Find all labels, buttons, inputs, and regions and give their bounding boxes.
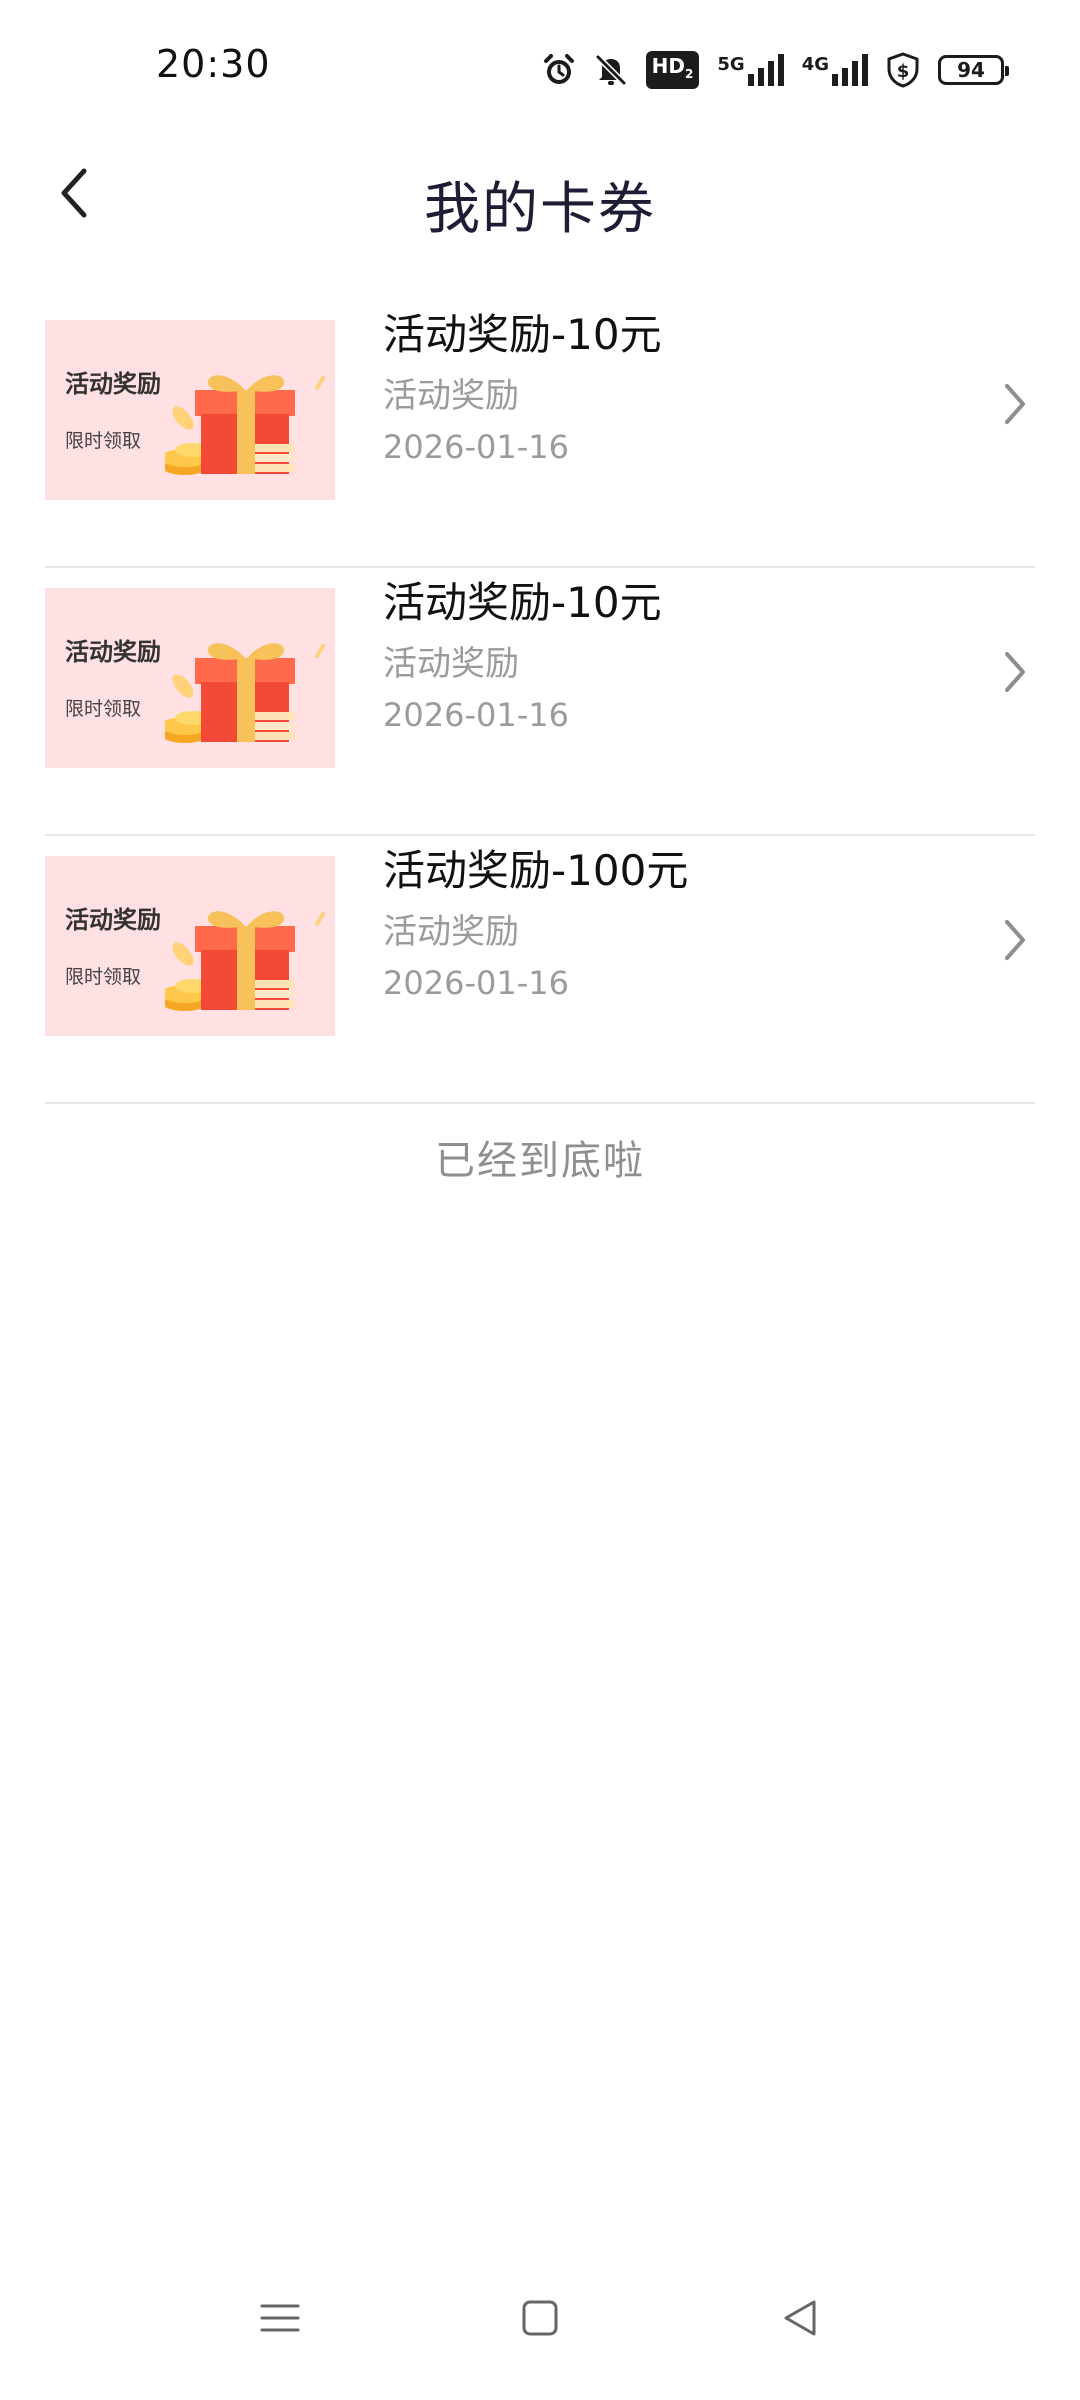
thumb-subtitle: 限时领取: [65, 430, 142, 452]
coupon-date: 2026-01-16: [383, 428, 569, 466]
coupon-type: 活动奖励: [383, 912, 519, 952]
thumb-title: 活动奖励: [65, 906, 161, 934]
header: 我的卡券: [0, 140, 1080, 250]
back-triangle-icon: [780, 2298, 820, 2342]
coupon-thumbnail: 活动奖励 限时领取: [45, 588, 335, 768]
coupon-info: 活动奖励-10元 活动奖励 2026-01-16: [383, 302, 662, 472]
signal-4g-icon: 4G: [802, 54, 868, 86]
coupon-title: 活动奖励-10元: [383, 578, 662, 627]
coupon-item[interactable]: 活动奖励 限时领取: [45, 300, 1035, 568]
home-square-icon: [520, 2298, 560, 2342]
svg-text:$: $: [897, 61, 910, 82]
status-bar: 20:30 HD2 5G 4G $ 94: [0, 0, 1080, 140]
coupon-date: 2026-01-16: [383, 964, 569, 1002]
home-button[interactable]: [500, 2280, 580, 2360]
thumb-subtitle: 限时领取: [65, 698, 142, 720]
coupon-type: 活动奖励: [383, 376, 519, 416]
chevron-right-icon: [995, 908, 1035, 972]
battery-icon: 94: [938, 55, 1009, 85]
coupon-title: 活动奖励-100元: [383, 846, 689, 895]
coupon-thumbnail: 活动奖励 限时领取: [45, 320, 335, 500]
end-of-list-text: 已经到底啦: [435, 1138, 645, 1184]
gift-box-icon: [161, 884, 335, 1028]
shield-dollar-icon: $: [886, 52, 920, 88]
signal-5g-icon: 5G: [717, 54, 784, 86]
alarm-icon: [542, 53, 576, 87]
gift-box-icon: [161, 616, 335, 760]
chevron-right-icon: [995, 640, 1035, 704]
coupon-item[interactable]: 活动奖励 限时领取: [45, 836, 1035, 1104]
back-nav-button[interactable]: [760, 2280, 840, 2360]
coupon-date: 2026-01-16: [383, 696, 569, 734]
gift-box-icon: [161, 348, 335, 492]
status-icons: HD2 5G 4G $ 94: [542, 48, 1009, 92]
coupon-title: 活动奖励-10元: [383, 310, 662, 359]
system-nav-bar: [0, 2250, 1080, 2400]
hd-icon: HD2: [645, 51, 700, 89]
thumb-subtitle: 限时领取: [65, 966, 142, 988]
mute-icon: [594, 53, 628, 87]
coupon-thumbnail: 活动奖励 限时领取: [45, 856, 335, 1036]
status-time: 20:30: [156, 42, 271, 86]
menu-icon: [260, 2298, 300, 2342]
thumb-title: 活动奖励: [65, 370, 161, 398]
coupon-item[interactable]: 活动奖励 限时领取: [45, 568, 1035, 836]
thumb-title: 活动奖励: [65, 638, 161, 666]
page-title: 我的卡券: [424, 177, 656, 242]
coupon-type: 活动奖励: [383, 644, 519, 684]
coupon-list: 活动奖励 限时领取 活动奖励-10元 活动奖励 2026-01-16 活动奖励 …: [0, 300, 1080, 1104]
menu-button[interactable]: [240, 2280, 320, 2360]
coupon-info: 活动奖励-10元 活动奖励 2026-01-16: [383, 570, 662, 740]
coupon-info: 活动奖励-100元 活动奖励 2026-01-16: [383, 838, 688, 1008]
chevron-right-icon: [995, 372, 1035, 436]
